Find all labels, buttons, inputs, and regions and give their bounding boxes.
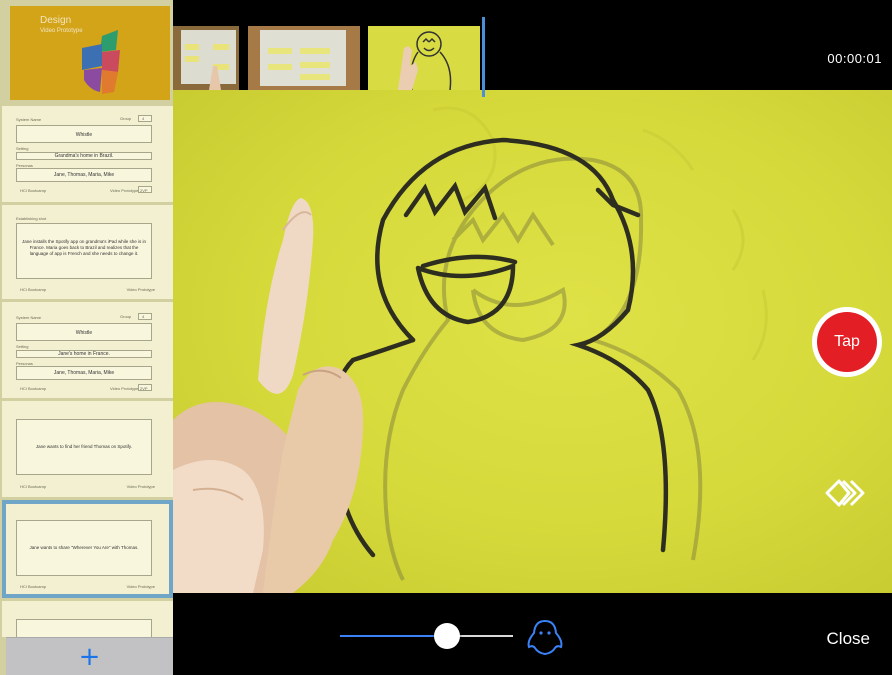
camera-viewfinder: [173, 90, 892, 593]
personas-text: Jane, Thomas, Maria, Mike: [53, 370, 115, 376]
ghost-icon: [527, 619, 563, 656]
card-footer-badge: 2VP: [140, 386, 148, 391]
tap-record-button[interactable]: Tap: [812, 307, 882, 377]
scene-card[interactable]: System Name Group 4 Whistle Setting Jane…: [2, 302, 173, 398]
card-footer-right: Video Prototype: [126, 484, 155, 489]
card-footer-right: Video Prototype: [110, 386, 139, 391]
bottom-toolbar: Close: [173, 593, 892, 675]
card-footer-left: HCI Bootcamp: [20, 484, 47, 489]
camera-image: [173, 106, 768, 593]
playhead[interactable]: [482, 17, 485, 97]
system-name-label: System Name: [16, 315, 42, 320]
setting-text: Jane's home in France.: [58, 351, 110, 357]
close-button[interactable]: Close: [827, 629, 870, 649]
scene-card[interactable]: Establishing shot Jane installs the Spot…: [2, 205, 173, 299]
film-frame-2[interactable]: [248, 26, 360, 90]
card-footer-left: HCI Bootcamp: [20, 386, 47, 391]
film-frame-1[interactable]: [173, 26, 239, 90]
card-footer-right: Video Prototype: [126, 287, 155, 292]
card-footer-badge: 2VP: [140, 188, 148, 193]
card-header: Establishing shot: [16, 216, 47, 221]
card-description: Jane installs the Spotify app on grandma…: [22, 239, 146, 256]
scene-card[interactable]: Jane wants to find her friend Thomas on …: [2, 401, 173, 497]
scene-card-list[interactable]: Design Video Prototype System Name Group…: [0, 0, 173, 637]
card-description: Jane wants to share "Wherever You Are" w…: [29, 545, 139, 550]
scene-card[interactable]: [2, 601, 173, 637]
system-name: Whistle: [75, 132, 93, 138]
logo-graphic: [82, 30, 120, 94]
card-footer-left: HCI Bootcamp: [20, 584, 47, 589]
group-label: Group: [120, 314, 132, 319]
card-description: Jane wants to find her friend Thomas on …: [35, 444, 133, 449]
plus-icon: +: [78, 642, 101, 672]
double-chevron-right-icon: [825, 479, 865, 507]
film-frame-3[interactable]: [368, 26, 480, 90]
onion-skin-button[interactable]: [525, 617, 565, 657]
system-name-label: System Name: [16, 117, 42, 122]
scene-card[interactable]: System Name Group 4 Whistle Setting Gran…: [2, 106, 173, 202]
card-footer-left: HCI Bootcamp: [20, 287, 47, 292]
card-footer-right: Video Prototype: [126, 584, 155, 589]
cover-card[interactable]: Design Video Prototype: [10, 6, 170, 100]
card-footer-left: HCI Bootcamp: [20, 188, 47, 193]
scene-card-selected[interactable]: Jane wants to share "Wherever You Are" w…: [2, 500, 173, 598]
personas-text: Jane, Thomas, Maria, Mike: [53, 172, 115, 178]
opacity-slider-thumb[interactable]: [434, 623, 461, 649]
tap-label: Tap: [817, 312, 877, 372]
system-name: Whistle: [75, 330, 93, 336]
group-label: Group: [120, 116, 132, 121]
timecode: 00:00:01: [827, 51, 882, 66]
card-footer-right: Video Prototype: [110, 188, 139, 193]
frame-filmstrip[interactable]: 00:00:01: [173, 0, 892, 97]
scene-sidebar: Design Video Prototype System Name Group…: [0, 0, 173, 675]
group-value: 4: [142, 116, 145, 121]
add-scene-button[interactable]: +: [6, 638, 173, 675]
setting-label: Setting: [16, 344, 29, 349]
opacity-slider-track-filled[interactable]: [340, 635, 448, 637]
setting-text: Grandma's home in Brazil.: [54, 153, 114, 159]
skip-forward-button[interactable]: [823, 477, 869, 509]
setting-label: Setting: [16, 146, 29, 151]
group-value: 4: [142, 314, 145, 319]
add-scene-bar: +: [6, 637, 173, 675]
